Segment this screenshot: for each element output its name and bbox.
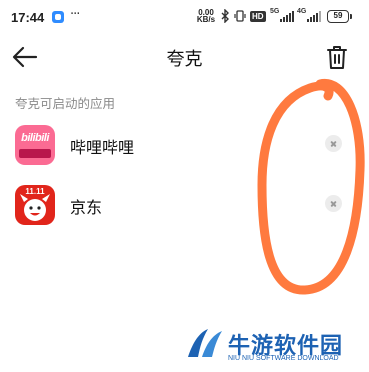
watermark-subtitle: NIU NIU SOFTWARE DOWNLOAD [228, 355, 339, 362]
annotation-circle [257, 78, 365, 295]
niuyou-logo-icon [188, 329, 222, 357]
watermark: 牛游软件园 NIU NIU SOFTWARE DOWNLOAD [180, 325, 360, 365]
